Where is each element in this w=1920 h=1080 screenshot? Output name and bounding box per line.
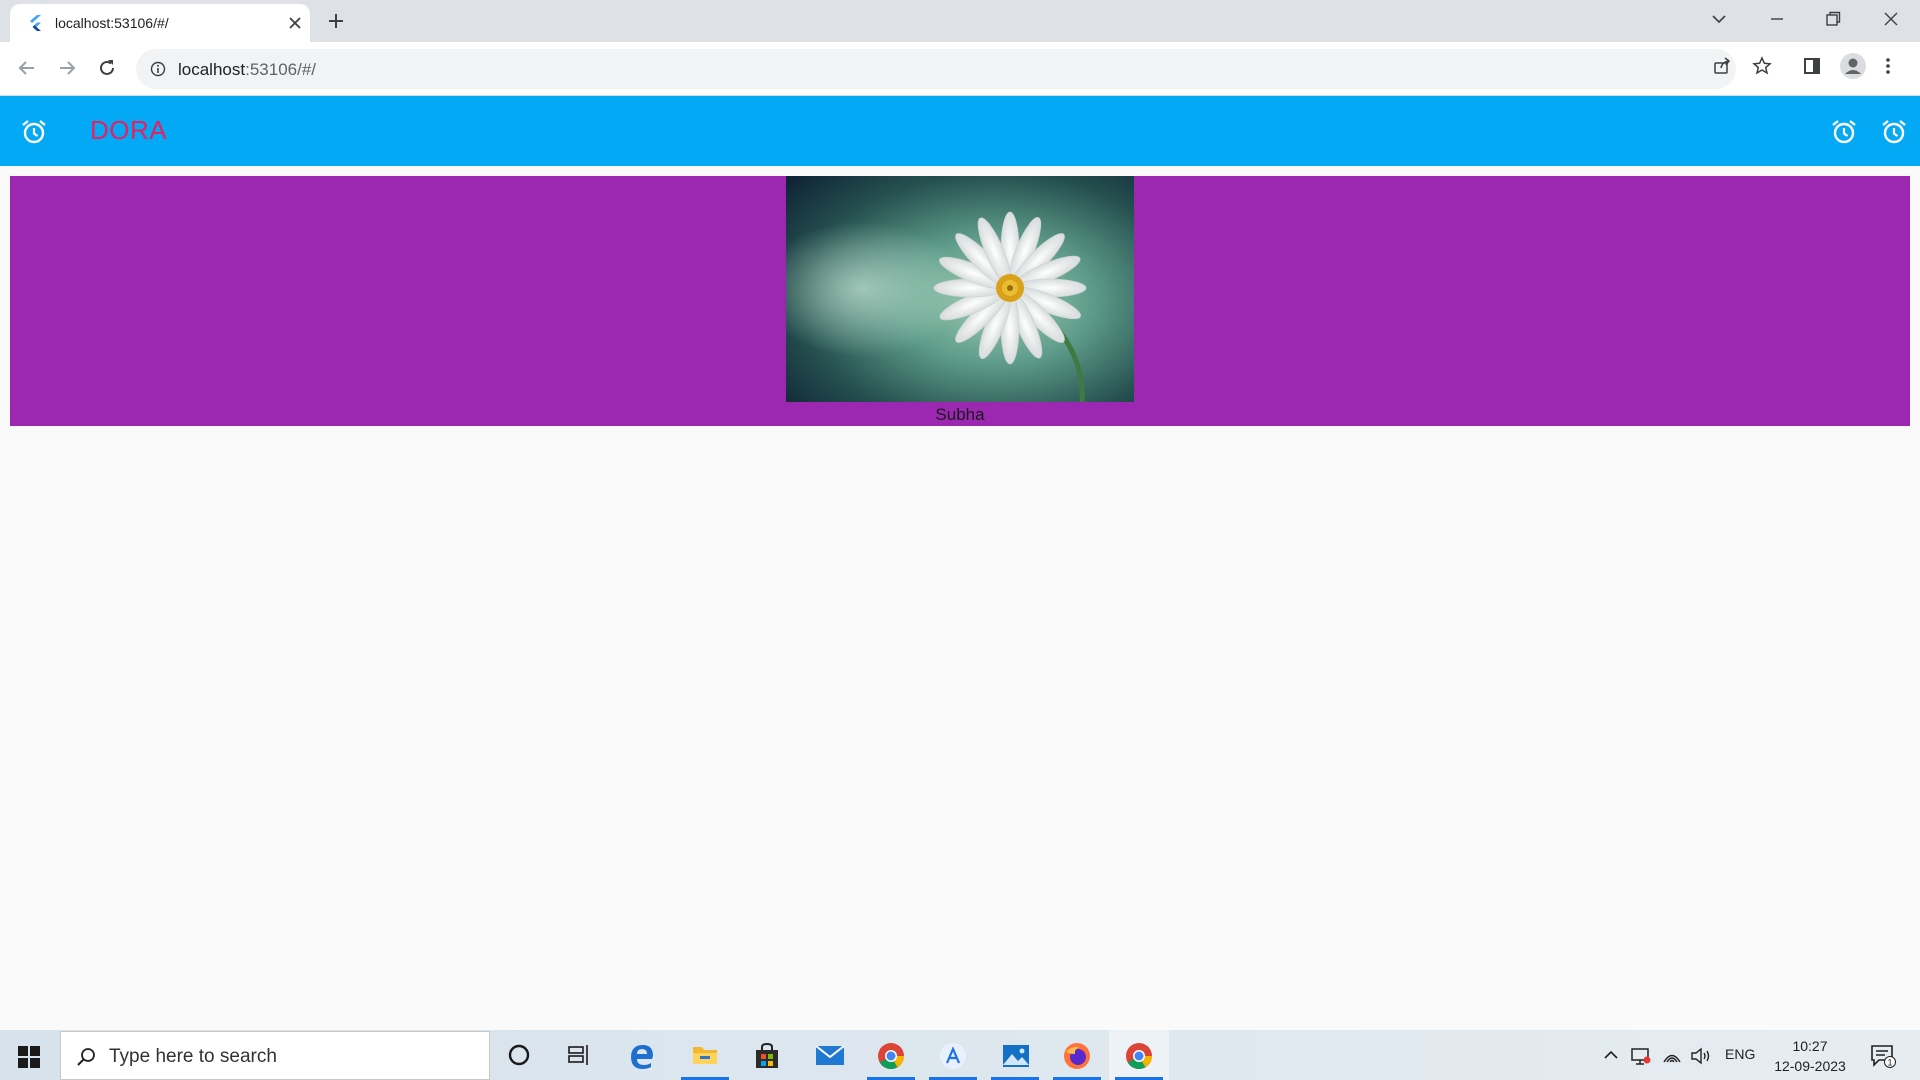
share-icon[interactable] [1712,56,1732,76]
clock-date: 12-09-2023 [1774,1058,1846,1074]
address-bar[interactable]: localhost:53106/#/ [136,49,1736,89]
app-store-icon [939,1042,967,1070]
notification-center-icon[interactable]: 1 [1870,1044,1896,1068]
mail-icon [815,1042,845,1068]
mail-taskbar-button[interactable] [799,1030,859,1080]
minimize-icon[interactable] [1768,10,1786,28]
bookmark-star-icon[interactable] [1752,56,1772,76]
alarm-leading-icon[interactable] [20,118,48,146]
chrome-taskbar-button[interactable] [861,1030,921,1080]
new-tab-icon[interactable] [326,11,346,31]
chrome-icon [877,1042,905,1070]
profile-avatar-icon[interactable] [1840,53,1866,79]
tab-search-chevron-icon[interactable] [1710,10,1728,28]
url-host: localhost [178,60,246,79]
back-arrow-icon[interactable] [16,57,38,79]
photos-icon [1001,1042,1031,1070]
tab-close-icon[interactable] [288,16,302,30]
alarm-action-icon[interactable] [1830,118,1858,146]
reload-icon[interactable] [96,57,118,79]
cortana-icon [506,1042,532,1068]
app-taskbar-button[interactable] [923,1030,983,1080]
file-explorer-taskbar-button[interactable] [675,1030,735,1080]
chrome-active-taskbar-button[interactable] [1109,1030,1169,1080]
folder-icon [691,1042,719,1068]
notification-count: 1 [1887,1058,1892,1068]
app-title: DORA [90,115,168,145]
search-icon [75,1046,97,1068]
close-window-icon[interactable] [1882,10,1900,28]
app-bar: DORA [0,96,1920,166]
store-bag-icon [753,1042,781,1070]
search-placeholder: Type here to search [109,1046,277,1067]
edge-icon [628,1042,656,1070]
meet-now-icon[interactable] [1630,1047,1652,1065]
browser-menu-icon[interactable] [1884,56,1892,76]
firefox-taskbar-button[interactable] [1047,1030,1107,1080]
cortana-button[interactable] [490,1030,550,1080]
browser-toolbar: localhost:53106/#/ [0,42,1920,96]
browser-tab-strip: localhost:53106/#/ [0,0,1920,42]
side-panel-icon[interactable] [1802,56,1822,76]
taskbar-search-box[interactable]: Type here to search [60,1031,490,1080]
image-caption: Subha [935,405,985,424]
clock-time: 10:27 [1792,1038,1828,1054]
app-body: Subha [0,166,1920,1030]
chrome-icon [1125,1042,1153,1070]
task-view-icon [566,1042,592,1068]
url-text: localhost:53106/#/ [178,60,316,80]
taskbar-clock[interactable]: 10:27 12-09-2023 [1765,1036,1855,1076]
tab-title: localhost:53106/#/ [55,15,169,31]
forward-arrow-icon[interactable] [56,57,78,79]
restore-icon[interactable] [1824,10,1842,28]
windows-taskbar: Type here to search ENG 10:27 12-09-2023… [0,1030,1920,1080]
daisy-flower-photo [786,176,1134,402]
wifi-icon[interactable] [1662,1047,1682,1065]
alarm-action-icon-2[interactable] [1880,118,1908,146]
url-path: :53106/#/ [245,60,317,79]
show-hidden-icons-chevron-icon[interactable] [1602,1047,1620,1063]
volume-icon[interactable] [1690,1047,1712,1065]
edge-taskbar-button[interactable] [612,1030,672,1080]
image-card: Subha [10,176,1910,426]
browser-tab[interactable]: localhost:53106/#/ [10,4,310,42]
flutter-favicon-icon [28,15,42,31]
input-language[interactable]: ENG [1725,1046,1755,1062]
task-view-button[interactable] [550,1030,610,1080]
windows-start-icon[interactable] [18,1046,40,1068]
store-taskbar-button[interactable] [737,1030,797,1080]
firefox-icon [1063,1042,1091,1070]
site-info-icon[interactable] [150,61,166,77]
photos-taskbar-button[interactable] [985,1030,1045,1080]
